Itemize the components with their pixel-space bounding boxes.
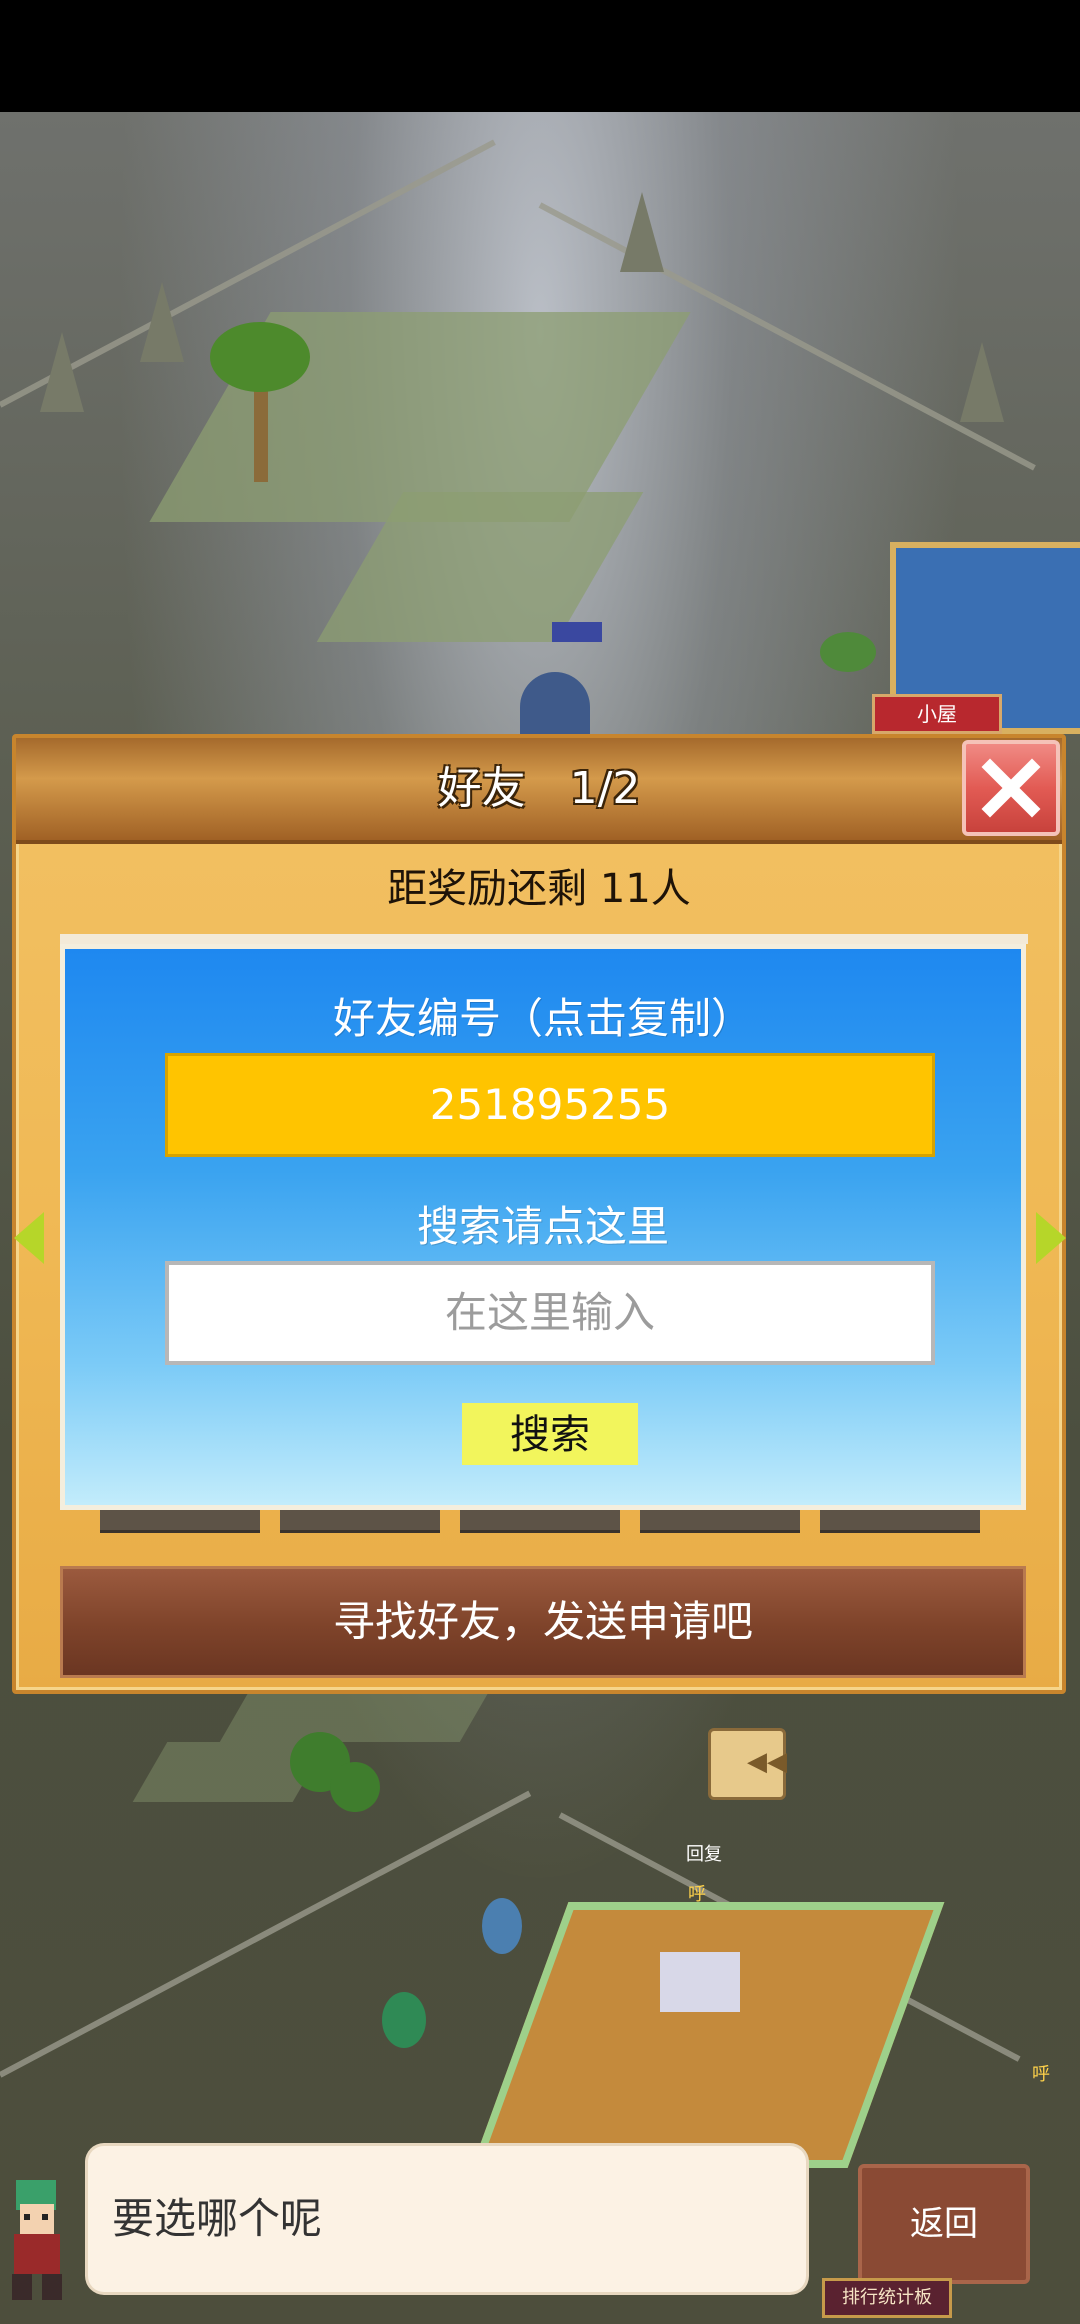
- back-button[interactable]: 返回: [858, 2164, 1030, 2284]
- exclaim-label: 呼: [1032, 2064, 1050, 2085]
- friend-id-panel: 好友编号（点击复制） 251895255 搜索请点这里 在这里输入 搜索: [60, 944, 1026, 1510]
- flag-tower: [520, 672, 590, 742]
- recover-label: 回复: [686, 1844, 722, 1865]
- reward-progress-text: 距奖励还剩 11人: [387, 866, 691, 912]
- bottom-tab: [280, 1510, 440, 1533]
- dialog-title: 好友 1/2: [437, 763, 641, 814]
- bottom-tab: [460, 1510, 620, 1533]
- rock-spire: [620, 192, 664, 272]
- search-button[interactable]: 搜索: [462, 1403, 638, 1465]
- panel-bottom-tabs: [60, 1510, 1026, 1536]
- flag: [552, 622, 602, 642]
- event-marker[interactable]: ◀◀: [708, 1728, 787, 1800]
- character-avatar-icon: [2, 2174, 76, 2304]
- egg: [382, 1992, 426, 2048]
- find-friends-button[interactable]: 寻找好友，发送申请吧: [60, 1566, 1026, 1678]
- palm-tree-leaves: [210, 322, 310, 392]
- panel-tab-strip: [60, 934, 1028, 944]
- cabin-label[interactable]: 小屋: [872, 694, 1002, 734]
- fence: [0, 1790, 532, 2078]
- bottom-tab: [820, 1510, 980, 1533]
- bush: [330, 1762, 380, 1812]
- rock-spire: [960, 342, 1004, 422]
- friends-dialog: 好友 1/2 距奖励还剩 11人 好友编号（点击复制） 251895255 搜索…: [12, 734, 1066, 1694]
- bottom-tab: [640, 1510, 800, 1533]
- arrow-right-icon[interactable]: [1036, 1212, 1066, 1264]
- rock-spire: [140, 282, 184, 362]
- friend-id-label[interactable]: 好友编号（点击复制）: [65, 985, 1021, 1046]
- exclaim-label: 呼: [688, 1884, 706, 1905]
- arrow-left-icon[interactable]: [14, 1212, 44, 1264]
- speech-bubble: 要选哪个呢: [88, 2146, 806, 2292]
- bed: [660, 1952, 740, 2012]
- close-icon: [981, 758, 1041, 818]
- cottage-floor[interactable]: [471, 1902, 945, 2168]
- ranking-board-button[interactable]: 排行统计板: [822, 2278, 952, 2318]
- rock-spire: [40, 332, 84, 412]
- close-button[interactable]: [962, 740, 1060, 836]
- speech-text: 要选哪个呢: [112, 2194, 323, 2243]
- rewind-icon: ◀◀: [747, 1747, 787, 1777]
- egg: [482, 1898, 522, 1954]
- bottom-tab: [100, 1510, 260, 1533]
- friend-id-copy-box[interactable]: 251895255: [165, 1053, 935, 1157]
- search-label: 搜索请点这里: [416, 1202, 669, 1251]
- friend-search-input[interactable]: 在这里输入: [165, 1261, 935, 1365]
- bush: [820, 632, 876, 672]
- status-bar: [0, 0, 1080, 112]
